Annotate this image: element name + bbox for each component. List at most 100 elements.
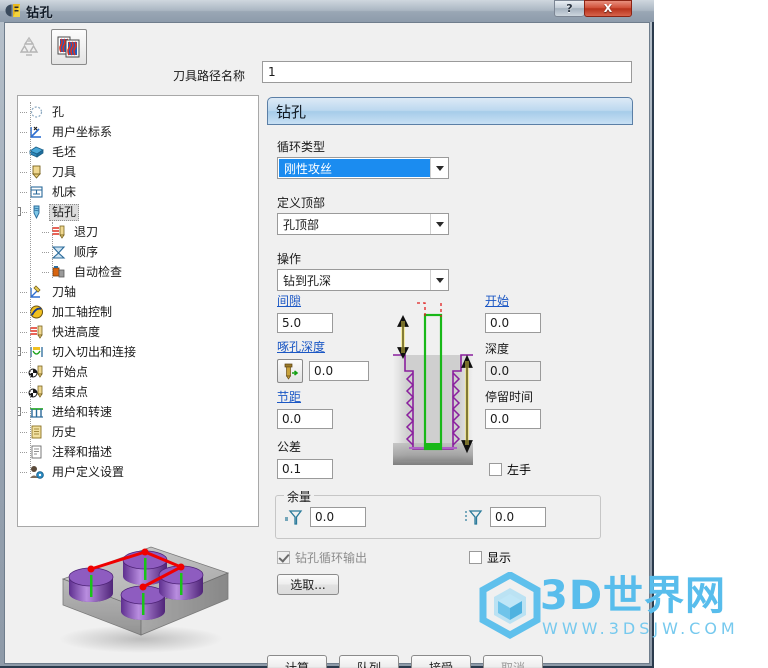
clearance-label[interactable]: 间隙 bbox=[277, 292, 333, 309]
tree-item-4[interactable]: 机床 bbox=[18, 182, 258, 202]
tree-connector bbox=[20, 352, 27, 353]
tree-spine-level1 bbox=[30, 102, 31, 474]
tree-item-14[interactable]: 结束点 bbox=[18, 382, 258, 402]
define-top-label: 定义顶部 bbox=[277, 196, 326, 210]
start-input[interactable] bbox=[485, 313, 541, 333]
tree-connector bbox=[20, 132, 27, 133]
tree-item-label-3: 刀具 bbox=[52, 164, 77, 179]
settings-panel-header: 钻孔 bbox=[267, 97, 633, 125]
calculate-button[interactable]: 计算 bbox=[267, 655, 327, 668]
tree-item-label-18: 用户定义设置 bbox=[52, 464, 125, 479]
tree-item-label-14: 结束点 bbox=[52, 384, 89, 399]
tree-connector bbox=[20, 332, 27, 333]
dwell-input[interactable] bbox=[485, 409, 541, 429]
dwell-label: 停留时间 bbox=[485, 390, 534, 404]
operation-combo[interactable]: 钻到孔深 bbox=[277, 269, 449, 291]
define-top-value: 孔顶部 bbox=[283, 217, 320, 232]
tree-item-label-9: 刀轴 bbox=[52, 284, 77, 299]
accept-button[interactable]: 接受 bbox=[411, 655, 471, 668]
tree-item-label-11: 快进高度 bbox=[52, 324, 101, 339]
tree-item-label-10: 加工轴控制 bbox=[52, 304, 113, 319]
tree-item-13[interactable]: 开始点 bbox=[18, 362, 258, 382]
tree-connector bbox=[20, 452, 27, 453]
recycle-button[interactable] bbox=[11, 29, 47, 65]
display-checkbox-box bbox=[469, 551, 482, 564]
select-button[interactable]: 选取... bbox=[277, 574, 339, 595]
tree-item-9[interactable]: 刀轴 bbox=[18, 282, 258, 302]
tree-item-18[interactable]: 用户定义设置 bbox=[18, 462, 258, 482]
tree-item-12[interactable]: +切入切出和连接 bbox=[18, 342, 258, 362]
clearance-input[interactable] bbox=[277, 313, 333, 333]
peck-depth-mode-button[interactable] bbox=[277, 359, 303, 383]
tree-item-7[interactable]: 顺序 bbox=[18, 242, 258, 262]
app-icon bbox=[5, 4, 20, 17]
chevron-down-icon[interactable] bbox=[430, 270, 448, 290]
pitch-label[interactable]: 节距 bbox=[277, 388, 333, 405]
tree-item-1[interactable]: 用户坐标系 bbox=[18, 122, 258, 142]
peck-depth-label[interactable]: 啄孔深度 bbox=[277, 338, 369, 355]
left-hand-checkbox-box bbox=[489, 463, 502, 476]
tree-item-label-8: 自动检查 bbox=[74, 264, 123, 279]
tolerance-input[interactable] bbox=[277, 459, 333, 479]
tree-connector bbox=[42, 272, 49, 273]
tree-item-15[interactable]: +进给和转速 bbox=[18, 402, 258, 422]
allowance-radial-icon bbox=[285, 510, 303, 525]
title-bar: 钻孔 ? X bbox=[0, 0, 654, 22]
define-top-combo[interactable]: 孔顶部 bbox=[277, 213, 449, 235]
tree-item-label-13: 开始点 bbox=[52, 364, 89, 379]
allowance-radial-input[interactable] bbox=[310, 507, 366, 527]
tree-item-5[interactable]: -钻孔 bbox=[18, 202, 258, 222]
tree-item-10[interactable]: 加工轴控制 bbox=[18, 302, 258, 322]
display-label: 显示 bbox=[487, 551, 512, 565]
drilling-dialog-window: 钻孔 ? X 刀具路径名称 1 孔 用户坐标系 毛坯 刀具 机床 钻孔 退刀 顺… bbox=[0, 0, 654, 668]
tree-connector bbox=[20, 472, 27, 473]
drilling-settings-panel: 钻孔 循环类型 刚性攻丝 定义顶部 孔顶部 操作 钻到孔深 间隙 5.0 啄孔深… bbox=[267, 97, 633, 611]
depth-label: 深度 bbox=[485, 342, 510, 356]
chevron-down-icon[interactable] bbox=[430, 158, 448, 178]
peck-depth-input[interactable] bbox=[309, 361, 369, 381]
tree-item-6[interactable]: 退刀 bbox=[18, 222, 258, 242]
operation-label: 操作 bbox=[277, 252, 302, 266]
tree-connector bbox=[20, 112, 27, 113]
tree-item-label-2: 毛坯 bbox=[52, 144, 77, 159]
chevron-down-icon[interactable] bbox=[430, 214, 448, 234]
operation-value: 钻到孔深 bbox=[283, 273, 332, 288]
tree-item-8[interactable]: 自动检查 bbox=[18, 262, 258, 282]
queue-button[interactable]: 队列 bbox=[339, 655, 399, 668]
window-title: 钻孔 bbox=[26, 6, 54, 21]
cycle-output-checkbox[interactable]: 钻孔循环输出 bbox=[277, 549, 367, 566]
left-hand-checkbox[interactable]: 左手 bbox=[489, 461, 531, 478]
allowance-group-title: 余量 bbox=[284, 488, 315, 505]
tree-connector bbox=[20, 372, 27, 373]
close-button[interactable]: X bbox=[584, 0, 632, 17]
tree-item-11[interactable]: 快进高度 bbox=[18, 322, 258, 342]
tree-item-2[interactable]: 毛坯 bbox=[18, 142, 258, 162]
pitch-input[interactable] bbox=[277, 409, 333, 429]
peck-depth-icon bbox=[284, 363, 299, 380]
tree-item-label-12: 切入切出和连接 bbox=[52, 344, 137, 359]
compare-toolpath-button[interactable] bbox=[51, 29, 87, 65]
settings-tree-panel[interactable]: 孔用户坐标系毛坯刀具机床 -钻孔退刀顺序自动检查刀轴加工轴控制快进高度 +切入切出和… bbox=[17, 95, 259, 527]
tolerance-label: 公差 bbox=[277, 440, 302, 454]
allowance-axial-icon bbox=[465, 510, 483, 525]
toolpath-name-input[interactable] bbox=[262, 61, 632, 83]
cycle-output-label: 钻孔循环输出 bbox=[295, 551, 368, 565]
tree-item-17[interactable]: 注释和描述 bbox=[18, 442, 258, 462]
display-checkbox[interactable]: 显示 bbox=[469, 549, 511, 566]
screenshot-root: 钻孔 ? X 刀具路径名称 1 孔 用户坐标系 毛坯 刀具 机床 钻孔 退刀 顺… bbox=[0, 0, 768, 668]
compare-toolpath-icon bbox=[57, 36, 80, 58]
start-label[interactable]: 开始 bbox=[485, 292, 541, 309]
depth-input[interactable] bbox=[485, 361, 541, 381]
allowance-axial-input[interactable] bbox=[490, 507, 546, 527]
left-hand-label: 左手 bbox=[507, 463, 532, 477]
tree-item-16[interactable]: 历史 bbox=[18, 422, 258, 442]
help-button[interactable]: ? bbox=[554, 0, 584, 17]
tree-connector bbox=[42, 232, 49, 233]
tree-item-3[interactable]: 刀具 bbox=[18, 162, 258, 182]
recycle-icon bbox=[19, 36, 39, 56]
cycle-type-value: 刚性攻丝 bbox=[279, 159, 430, 177]
tree-item-0[interactable]: 孔 bbox=[18, 102, 258, 122]
tree-connector bbox=[20, 392, 27, 393]
cycle-type-combo[interactable]: 刚性攻丝 bbox=[277, 157, 449, 179]
cancel-button[interactable]: 取消 bbox=[483, 655, 543, 668]
